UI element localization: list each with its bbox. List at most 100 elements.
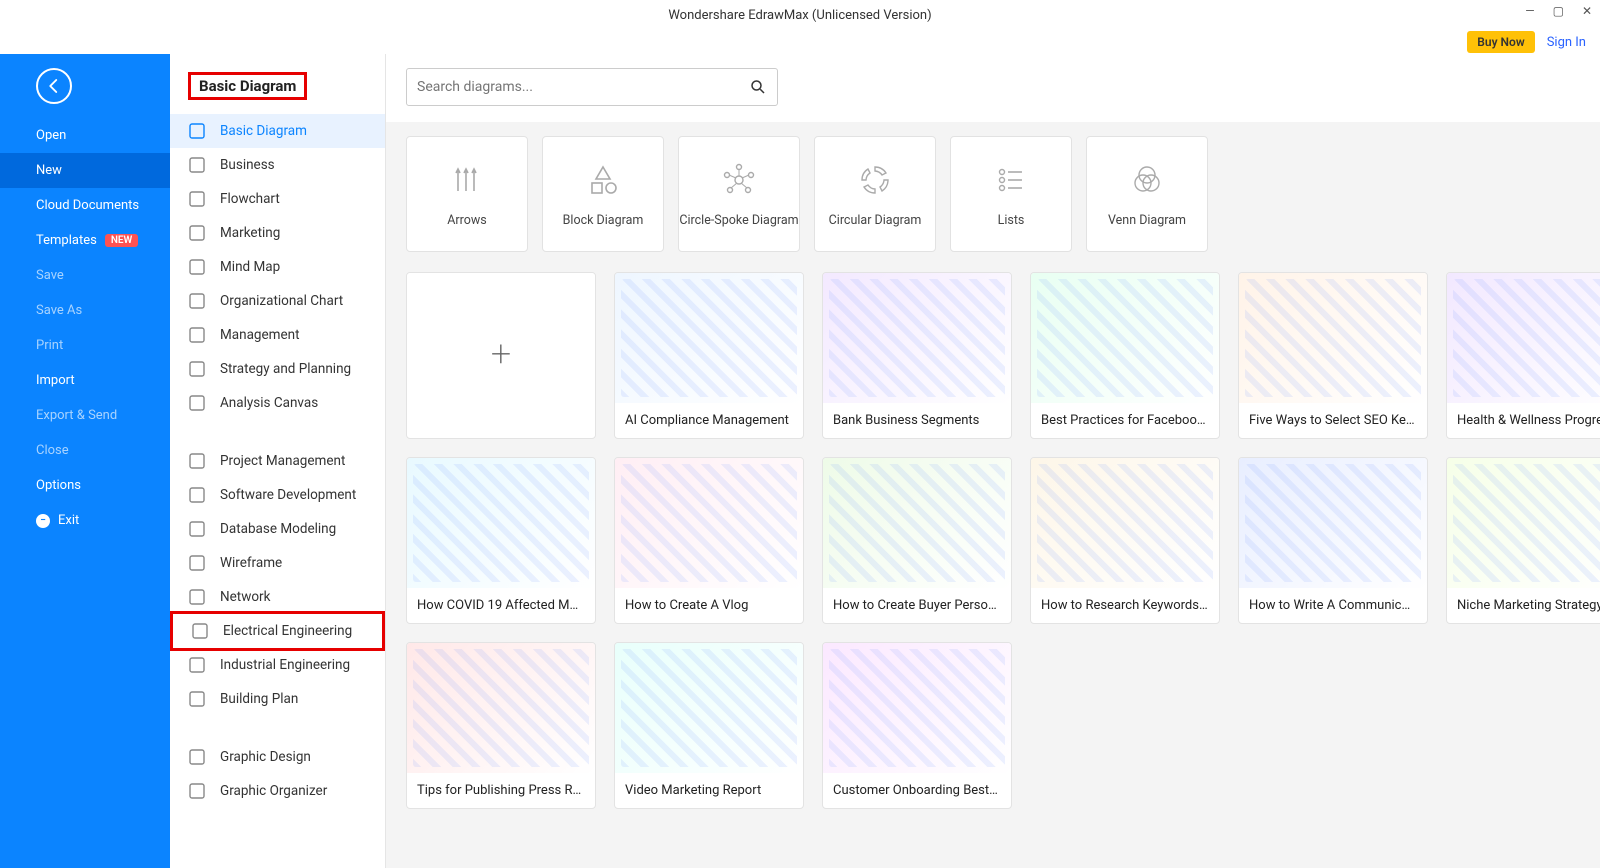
template-thumbnail: [615, 458, 803, 588]
file-menu-label: Save As: [36, 303, 82, 318]
file-menu-item[interactable]: Open: [0, 118, 170, 153]
file-menu-item[interactable]: Cloud Documents: [0, 188, 170, 223]
category-item[interactable]: Building Plan: [170, 682, 385, 716]
file-menu-item[interactable]: Save As: [0, 293, 170, 328]
template-card[interactable]: Best Practices for Facebook Live: [1030, 272, 1220, 439]
template-card[interactable]: How to Write A Communication...: [1238, 457, 1428, 624]
diagram-type-row: Arrows Block Diagram Circle-Spoke Diagram C…: [386, 122, 1600, 272]
category-label: Database Modeling: [220, 521, 336, 537]
window-controls: — ▢ ✕: [1525, 4, 1592, 18]
file-menu-item[interactable]: Save: [0, 258, 170, 293]
category-item[interactable]: Graphic Design: [170, 740, 385, 774]
diagram-type-card[interactable]: Block Diagram: [542, 136, 664, 252]
category-icon: [188, 190, 206, 208]
diagram-type-card[interactable]: Circle-Spoke Diagram: [678, 136, 800, 252]
category-icon: [188, 326, 206, 344]
file-menu-label: Open: [36, 128, 66, 143]
template-card[interactable]: Niche Marketing Strategy Tips: [1446, 457, 1600, 624]
diagram-type-card[interactable]: Circular Diagram: [814, 136, 936, 252]
category-label: Wireframe: [220, 555, 282, 571]
template-card[interactable]: Video Marketing Report: [614, 642, 804, 809]
category-icon: [188, 690, 206, 708]
template-label: Customer Onboarding Best Prac...: [823, 773, 1011, 808]
template-card[interactable]: How to Research Keywords for S...: [1030, 457, 1220, 624]
template-thumbnail: [407, 458, 595, 588]
minimize-icon[interactable]: —: [1525, 4, 1534, 18]
header-row: Buy Now Sign In: [0, 30, 1600, 54]
template-card[interactable]: Health & Wellness Progress Rep...: [1446, 272, 1600, 439]
file-menu-item[interactable]: Templates NEW: [0, 223, 170, 258]
category-item[interactable]: Strategy and Planning: [170, 352, 385, 386]
diagram-type-icon: [1128, 161, 1166, 199]
category-item[interactable]: Flowchart: [170, 182, 385, 216]
sign-in-link[interactable]: Sign In: [1547, 35, 1586, 50]
blank-template-card[interactable]: +: [406, 272, 596, 439]
template-thumbnail: [1239, 273, 1427, 403]
close-icon[interactable]: ✕: [1582, 4, 1592, 18]
new-badge: NEW: [105, 234, 139, 247]
file-menu-label: Print: [36, 338, 63, 353]
category-icon: [188, 656, 206, 674]
category-item[interactable]: Organizational Chart: [170, 284, 385, 318]
template-label: AI Compliance Management: [615, 403, 803, 438]
diagram-type-card[interactable]: Arrows: [406, 136, 528, 252]
template-thumbnail: [823, 273, 1011, 403]
template-card[interactable]: Bank Business Segments: [822, 272, 1012, 439]
category-item[interactable]: Electrical Engineering: [170, 611, 385, 651]
search-icon[interactable]: [749, 78, 767, 96]
template-card[interactable]: Customer Onboarding Best Prac...: [822, 642, 1012, 809]
file-menu-label: Close: [36, 443, 69, 458]
diagram-type-card[interactable]: Lists: [950, 136, 1072, 252]
file-menu-item[interactable]: Print: [0, 328, 170, 363]
category-item[interactable]: Database Modeling: [170, 512, 385, 546]
category-item[interactable]: Mind Map: [170, 250, 385, 284]
template-card[interactable]: How COVID 19 Affected Megatr...: [406, 457, 596, 624]
file-menu-item[interactable]: New: [0, 153, 170, 188]
diagram-type-label: Circle-Spoke Diagram: [679, 213, 798, 228]
category-item[interactable]: Marketing: [170, 216, 385, 250]
template-card[interactable]: How to Create Buyer Personas: [822, 457, 1012, 624]
back-button[interactable]: [36, 68, 72, 104]
diagram-type-card[interactable]: Venn Diagram: [1086, 136, 1208, 252]
category-label: Project Management: [220, 453, 345, 469]
category-label: Building Plan: [220, 691, 298, 707]
template-thumbnail: [1447, 458, 1600, 588]
category-item[interactable]: Management: [170, 318, 385, 352]
category-icon: [188, 156, 206, 174]
file-menu-item[interactable]: Export & Send: [0, 398, 170, 433]
category-item[interactable]: Software Development: [170, 478, 385, 512]
file-menu-item[interactable]: −Exit: [0, 503, 170, 538]
category-item[interactable]: Industrial Engineering: [170, 648, 385, 682]
diagram-type-label: Arrows: [447, 213, 486, 228]
template-card[interactable]: How to Create A Vlog: [614, 457, 804, 624]
category-label: Strategy and Planning: [220, 361, 351, 377]
search-input[interactable]: [417, 79, 749, 95]
category-label: Industrial Engineering: [220, 657, 350, 673]
maximize-icon[interactable]: ▢: [1553, 4, 1564, 18]
content-area: Arrows Block Diagram Circle-Spoke Diagram C…: [386, 54, 1600, 868]
category-item[interactable]: Network: [170, 580, 385, 614]
category-item[interactable]: Analysis Canvas: [170, 386, 385, 420]
category-item[interactable]: Project Management: [170, 444, 385, 478]
buy-now-button[interactable]: Buy Now: [1467, 31, 1534, 53]
template-thumbnail: [1031, 458, 1219, 588]
file-menu-label: Templates: [36, 233, 97, 248]
template-card[interactable]: Tips for Publishing Press Releases: [406, 642, 596, 809]
template-card[interactable]: AI Compliance Management: [614, 272, 804, 439]
category-item[interactable]: Wireframe: [170, 546, 385, 580]
file-menu-item[interactable]: Import: [0, 363, 170, 398]
category-label: Graphic Organizer: [220, 783, 327, 799]
category-icon: [188, 782, 206, 800]
diagram-type-icon: [992, 161, 1030, 199]
search-box[interactable]: [406, 68, 778, 106]
template-card[interactable]: Five Ways to Select SEO Keywords: [1238, 272, 1428, 439]
category-item[interactable]: Graphic Organizer: [170, 774, 385, 808]
file-menu-item[interactable]: Options: [0, 468, 170, 503]
template-label: How to Research Keywords for S...: [1031, 588, 1219, 623]
category-label: Management: [220, 327, 300, 343]
category-item[interactable]: Business: [170, 148, 385, 182]
category-label: Software Development: [220, 487, 356, 503]
category-item[interactable]: Basic Diagram: [170, 114, 385, 148]
file-menu-item[interactable]: Close: [0, 433, 170, 468]
template-label: Niche Marketing Strategy Tips: [1447, 588, 1600, 623]
